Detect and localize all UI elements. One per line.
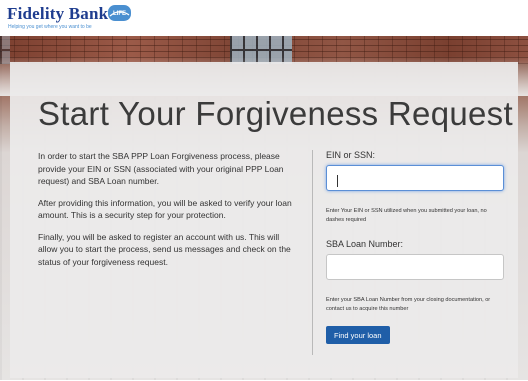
site-header: Fidelity Bank LIFE Helping you get where… [0,0,528,36]
ein-input[interactable] [326,165,504,191]
logo-wordmark[interactable]: Fidelity Bank [7,4,108,24]
life-badge-icon: LIFE [108,5,131,21]
ein-help-text: Enter Your EIN or SSN utilized when you … [326,208,487,223]
logo-tagline: Helping you get where you want to be [8,24,92,30]
instruction-paragraph: Finally, you will be asked to register a… [38,231,291,267]
instructions: In order to start the SBA PPP Loan Forgi… [38,150,300,277]
ein-label: EIN or SSN: [326,150,376,160]
badge-text: LIFE [113,11,126,17]
sba-help-text: Enter your SBA Loan Number from your clo… [326,297,491,312]
loan-lookup-form: EIN or SSN: Enter Your EIN or SSN utiliz… [326,150,506,344]
page-title: Start Your Forgiveness Request [38,95,513,132]
instruction-paragraph: In order to start the SBA PPP Loan Forgi… [38,151,284,186]
sba-loan-input[interactable] [326,254,504,280]
column-divider [312,150,313,355]
text-cursor [337,175,338,187]
sba-loan-label: SBA Loan Number: [326,239,404,249]
instruction-paragraph: After providing this information, you wi… [38,197,292,221]
find-loan-button[interactable]: Find your loan [326,326,390,344]
